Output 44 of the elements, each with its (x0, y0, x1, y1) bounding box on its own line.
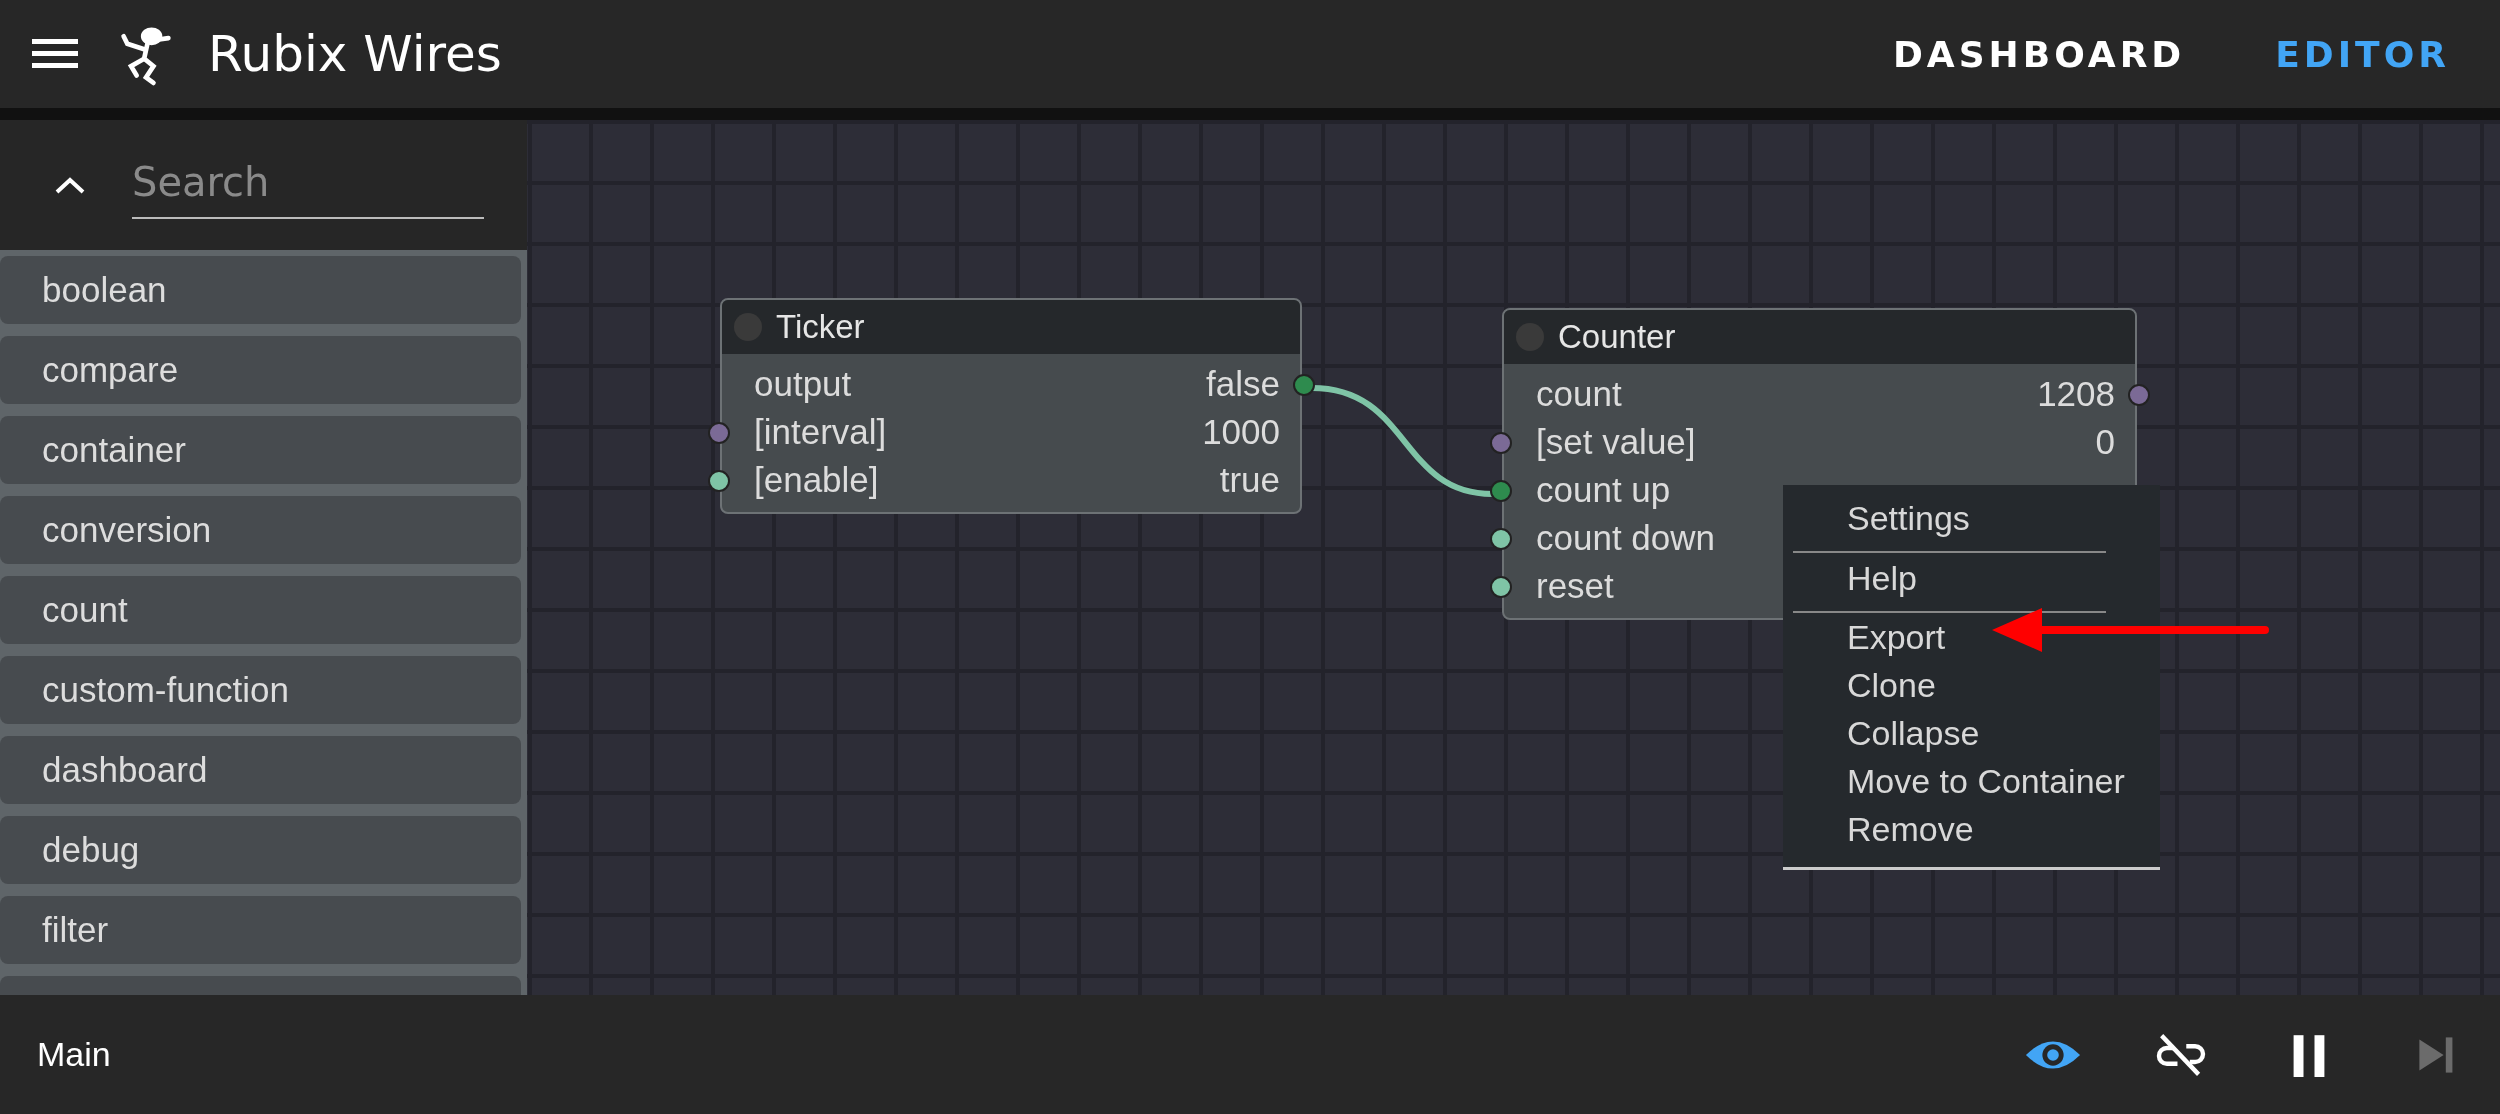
chevron-up-icon[interactable] (54, 175, 86, 195)
port-dot[interactable] (708, 422, 730, 444)
port-dot[interactable] (1490, 528, 1512, 550)
nav-tab[interactable]: DASHBOARD (1892, 33, 2186, 75)
input-label: count down (1536, 518, 1716, 558)
port-dot[interactable] (708, 470, 730, 492)
node-type-item[interactable]: compare (0, 336, 521, 404)
input-label: reset (1536, 566, 1614, 606)
node-type-item[interactable]: conversion (0, 496, 521, 564)
node-type-item[interactable]: container (0, 416, 521, 484)
port-dot[interactable] (1490, 576, 1512, 598)
input-label: [interval] (754, 412, 887, 452)
node-title: Ticker (776, 308, 865, 346)
port-dot[interactable] (1293, 374, 1315, 396)
node-title: Counter (1558, 318, 1676, 356)
menu-item[interactable]: Move to Container (1783, 757, 2160, 805)
output-label: count (1536, 374, 1622, 414)
port-dot[interactable] (1490, 480, 1512, 502)
nav-tab[interactable]: EDITOR (2275, 33, 2450, 75)
node-type-item[interactable]: filter (0, 896, 521, 964)
output-label: output (754, 364, 852, 404)
menu-item[interactable]: Collapse (1783, 709, 2160, 757)
input-label: [set value] (1536, 422, 1696, 462)
port-dot[interactable] (2128, 384, 2150, 406)
port-dot[interactable] (1490, 432, 1512, 454)
app-title: Rubix Wires (208, 25, 502, 83)
menu-item[interactable]: Remove (1783, 805, 2160, 853)
node-type-item[interactable]: debug (0, 816, 521, 884)
input-value: true (1219, 460, 1280, 500)
menu-item[interactable]: Clone (1783, 661, 2160, 709)
node-type-item[interactable]: dashboard (0, 736, 521, 804)
input-label: count up (1536, 470, 1671, 510)
input-value: 1000 (1202, 412, 1280, 452)
input-value: 0 (2095, 422, 2115, 462)
container-label: Main (37, 1035, 111, 1074)
menu-icon[interactable] (32, 39, 78, 69)
output-value: false (1206, 364, 1280, 404)
node-type-item[interactable]: custom-function (0, 656, 521, 724)
node-type-item[interactable]: count (0, 576, 521, 644)
search-field[interactable]: Search (132, 151, 484, 219)
output-value: 1208 (2037, 374, 2115, 414)
node-card[interactable]: Ticker output false [interval] 1000 [enable] true (720, 298, 1302, 514)
node-type-item[interactable]: boolean (0, 256, 521, 324)
input-label: [enable] (754, 460, 879, 500)
